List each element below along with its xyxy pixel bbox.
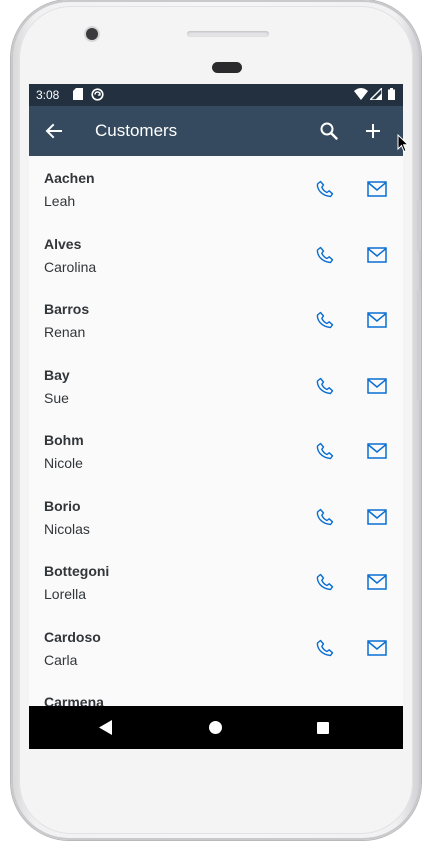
customer-first-name: Leah xyxy=(44,193,76,209)
mail-icon[interactable] xyxy=(367,312,387,328)
phone-icon[interactable] xyxy=(315,507,335,527)
volume-button xyxy=(417,200,421,250)
page-title: Customers xyxy=(95,121,178,140)
status-time: 3:08 xyxy=(36,88,60,102)
mail-icon[interactable] xyxy=(367,574,387,590)
add-icon[interactable] xyxy=(363,121,383,141)
customer-first-name: Carla xyxy=(44,651,78,668)
phone-icon[interactable] xyxy=(315,245,335,265)
mouse-cursor-icon xyxy=(397,134,409,153)
phone-screen: 3:08 Customers Aachen Leah Alves Carolin… xyxy=(29,84,403,749)
mail-icon[interactable] xyxy=(367,508,387,525)
mail-icon[interactable] xyxy=(367,639,387,656)
customer-last-name: Bohm xyxy=(44,432,84,448)
customer-last-name: Barros xyxy=(44,301,90,317)
phone-icon[interactable] xyxy=(315,638,335,658)
customer-first-name: Carolina xyxy=(44,258,97,275)
earpiece-speaker xyxy=(187,31,269,37)
customer-row[interactable]: Bay Sue xyxy=(29,353,403,419)
cell-signal-icon xyxy=(370,88,382,100)
wifi-icon xyxy=(354,88,368,100)
customer-first-name: Renan xyxy=(44,324,86,340)
customer-last-name: Bay xyxy=(44,366,70,383)
nav-recents-icon[interactable] xyxy=(317,722,329,734)
status-bar: 3:08 xyxy=(29,84,403,106)
phone-icon[interactable] xyxy=(315,376,335,396)
customer-last-name: Aachen xyxy=(44,170,95,186)
sd-card-icon xyxy=(73,88,83,100)
customer-row[interactable]: Bohm Nicole xyxy=(29,418,403,484)
mail-icon[interactable] xyxy=(367,443,387,459)
customer-row[interactable]: Carmena xyxy=(29,680,403,706)
front-camera xyxy=(86,28,98,40)
customer-row[interactable]: Barros Renan xyxy=(29,287,403,353)
customer-row[interactable]: Bottegoni Lorella xyxy=(29,549,403,615)
customer-row[interactable]: Alves Carolina xyxy=(29,222,403,288)
phone-icon[interactable] xyxy=(315,310,335,330)
mail-icon[interactable] xyxy=(367,377,387,394)
customer-first-name: Nicole xyxy=(44,455,83,471)
customer-row[interactable]: Aachen Leah xyxy=(29,156,403,222)
customer-last-name: Bottegoni xyxy=(44,563,110,579)
mail-icon[interactable] xyxy=(367,246,387,263)
customer-list: Aachen Leah Alves Carolina Barros Renan xyxy=(29,156,403,706)
search-icon[interactable] xyxy=(319,121,339,141)
customer-first-name: Lorella xyxy=(44,586,87,602)
battery-icon xyxy=(388,88,395,100)
customer-last-name: Borio xyxy=(44,497,81,514)
back-arrow-icon[interactable] xyxy=(44,121,64,141)
app-bar: Customers xyxy=(29,106,403,156)
customer-row[interactable]: Cardoso Carla xyxy=(29,615,403,681)
proximity-sensor xyxy=(212,62,242,73)
phone-icon[interactable] xyxy=(315,179,335,199)
mail-icon[interactable] xyxy=(367,181,387,197)
power-button xyxy=(417,290,421,400)
phone-icon[interactable] xyxy=(315,572,335,592)
customer-row[interactable]: Borio Nicolas xyxy=(29,484,403,550)
customer-last-name: Carmena xyxy=(44,694,104,706)
sync-icon xyxy=(91,88,104,101)
android-nav-bar xyxy=(29,706,403,749)
customer-last-name: Cardoso xyxy=(44,628,101,645)
customer-first-name: Nicolas xyxy=(44,520,90,537)
customer-first-name: Sue xyxy=(44,389,69,406)
nav-back-icon[interactable] xyxy=(99,720,113,735)
nav-home-icon[interactable] xyxy=(209,721,222,734)
phone-icon[interactable] xyxy=(315,441,335,461)
customer-last-name: Alves xyxy=(44,235,82,252)
